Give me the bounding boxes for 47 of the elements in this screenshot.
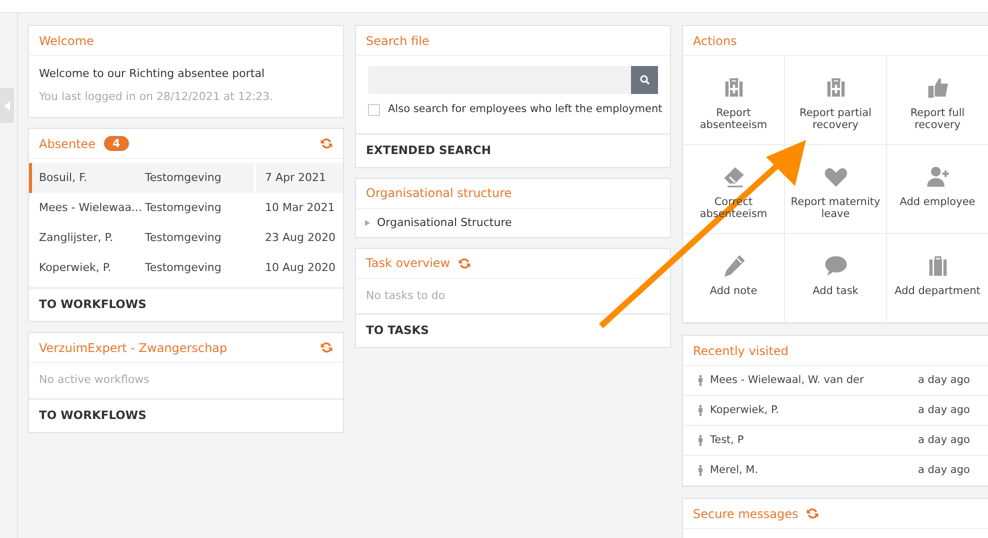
table-cell-text: Testomgeving: [145, 230, 222, 246]
welcome-message: Welcome to our Richting absentee portal: [39, 66, 266, 82]
table-cell-text: Testomgeving: [145, 260, 222, 276]
table-cell: Testomgeving: [145, 163, 254, 193]
footer-link[interactable]: TO TASKS: [366, 322, 429, 340]
visited-time: a day ago: [918, 462, 970, 478]
card-title: VerzuimExpert - Zwangerschap: [39, 340, 228, 356]
empty-message: No tasks to do: [365, 288, 446, 304]
table-cell: 7 Apr 2021: [256, 163, 343, 193]
action-tile[interactable]: Add department: [887, 234, 988, 323]
person-link[interactable]: Merel, M.: [710, 462, 918, 478]
card-title: Organisational structure: [366, 185, 512, 202]
tree-item[interactable]: Organisational Structure: [377, 214, 512, 231]
person-link[interactable]: Koperwiek, P.: [710, 402, 918, 418]
table-cell[interactable]: Koperwiek, P.: [32, 253, 145, 283]
table-cell[interactable]: Mees - Wielewaa...: [32, 193, 145, 223]
footer-link[interactable]: TO WORKFLOWS: [39, 407, 146, 425]
count-badge: 4: [104, 136, 130, 151]
card-title: Secure messages: [693, 506, 798, 522]
person-link[interactable]: Mees - Wielewaal, W. van der: [710, 372, 918, 388]
empty-message: No active workflows: [38, 372, 150, 388]
card-title: Welcome: [39, 32, 94, 50]
action-tile[interactable]: Report absenteeism: [683, 56, 785, 145]
footer-link[interactable]: TO WORKFLOWS: [39, 296, 146, 314]
checkbox-label: Also search for employees who left the employment: [388, 102, 662, 117]
table-cell-text: 10 Mar 2021: [264, 200, 336, 216]
table-cell-text: Testomgeving: [145, 200, 222, 216]
person-link[interactable]: Test, P: [710, 432, 918, 448]
table-cell-text: 23 Aug 2020: [264, 230, 336, 246]
card-title: Recently visited: [693, 342, 788, 360]
action-tile[interactable]: Report full recovery: [887, 56, 988, 145]
action-tile[interactable]: Add employee: [887, 145, 988, 234]
table-cell[interactable]: Bosuil, F.: [32, 163, 145, 193]
footer-link[interactable]: EXTENDED SEARCH: [366, 142, 491, 160]
card-title: Search file: [366, 32, 430, 50]
visited-time: a day ago: [918, 372, 970, 388]
table-cell[interactable]: Zanglijster, P.: [32, 223, 145, 253]
visited-time: a day ago: [918, 402, 970, 418]
table-cell-text: 10 Aug 2020: [264, 260, 336, 276]
action-tile[interactable]: Report partial recovery: [785, 56, 887, 145]
card-title: Absentee: [39, 136, 96, 152]
card-title: Actions: [693, 32, 737, 50]
action-tile[interactable]: Add task: [785, 234, 887, 323]
action-tile[interactable]: Add note: [683, 234, 785, 323]
card-title: Task overview: [366, 255, 450, 272]
last-login-text: You last logged in on 28/12/2021 at 12:23.: [39, 88, 274, 104]
visited-time: a day ago: [918, 432, 970, 448]
